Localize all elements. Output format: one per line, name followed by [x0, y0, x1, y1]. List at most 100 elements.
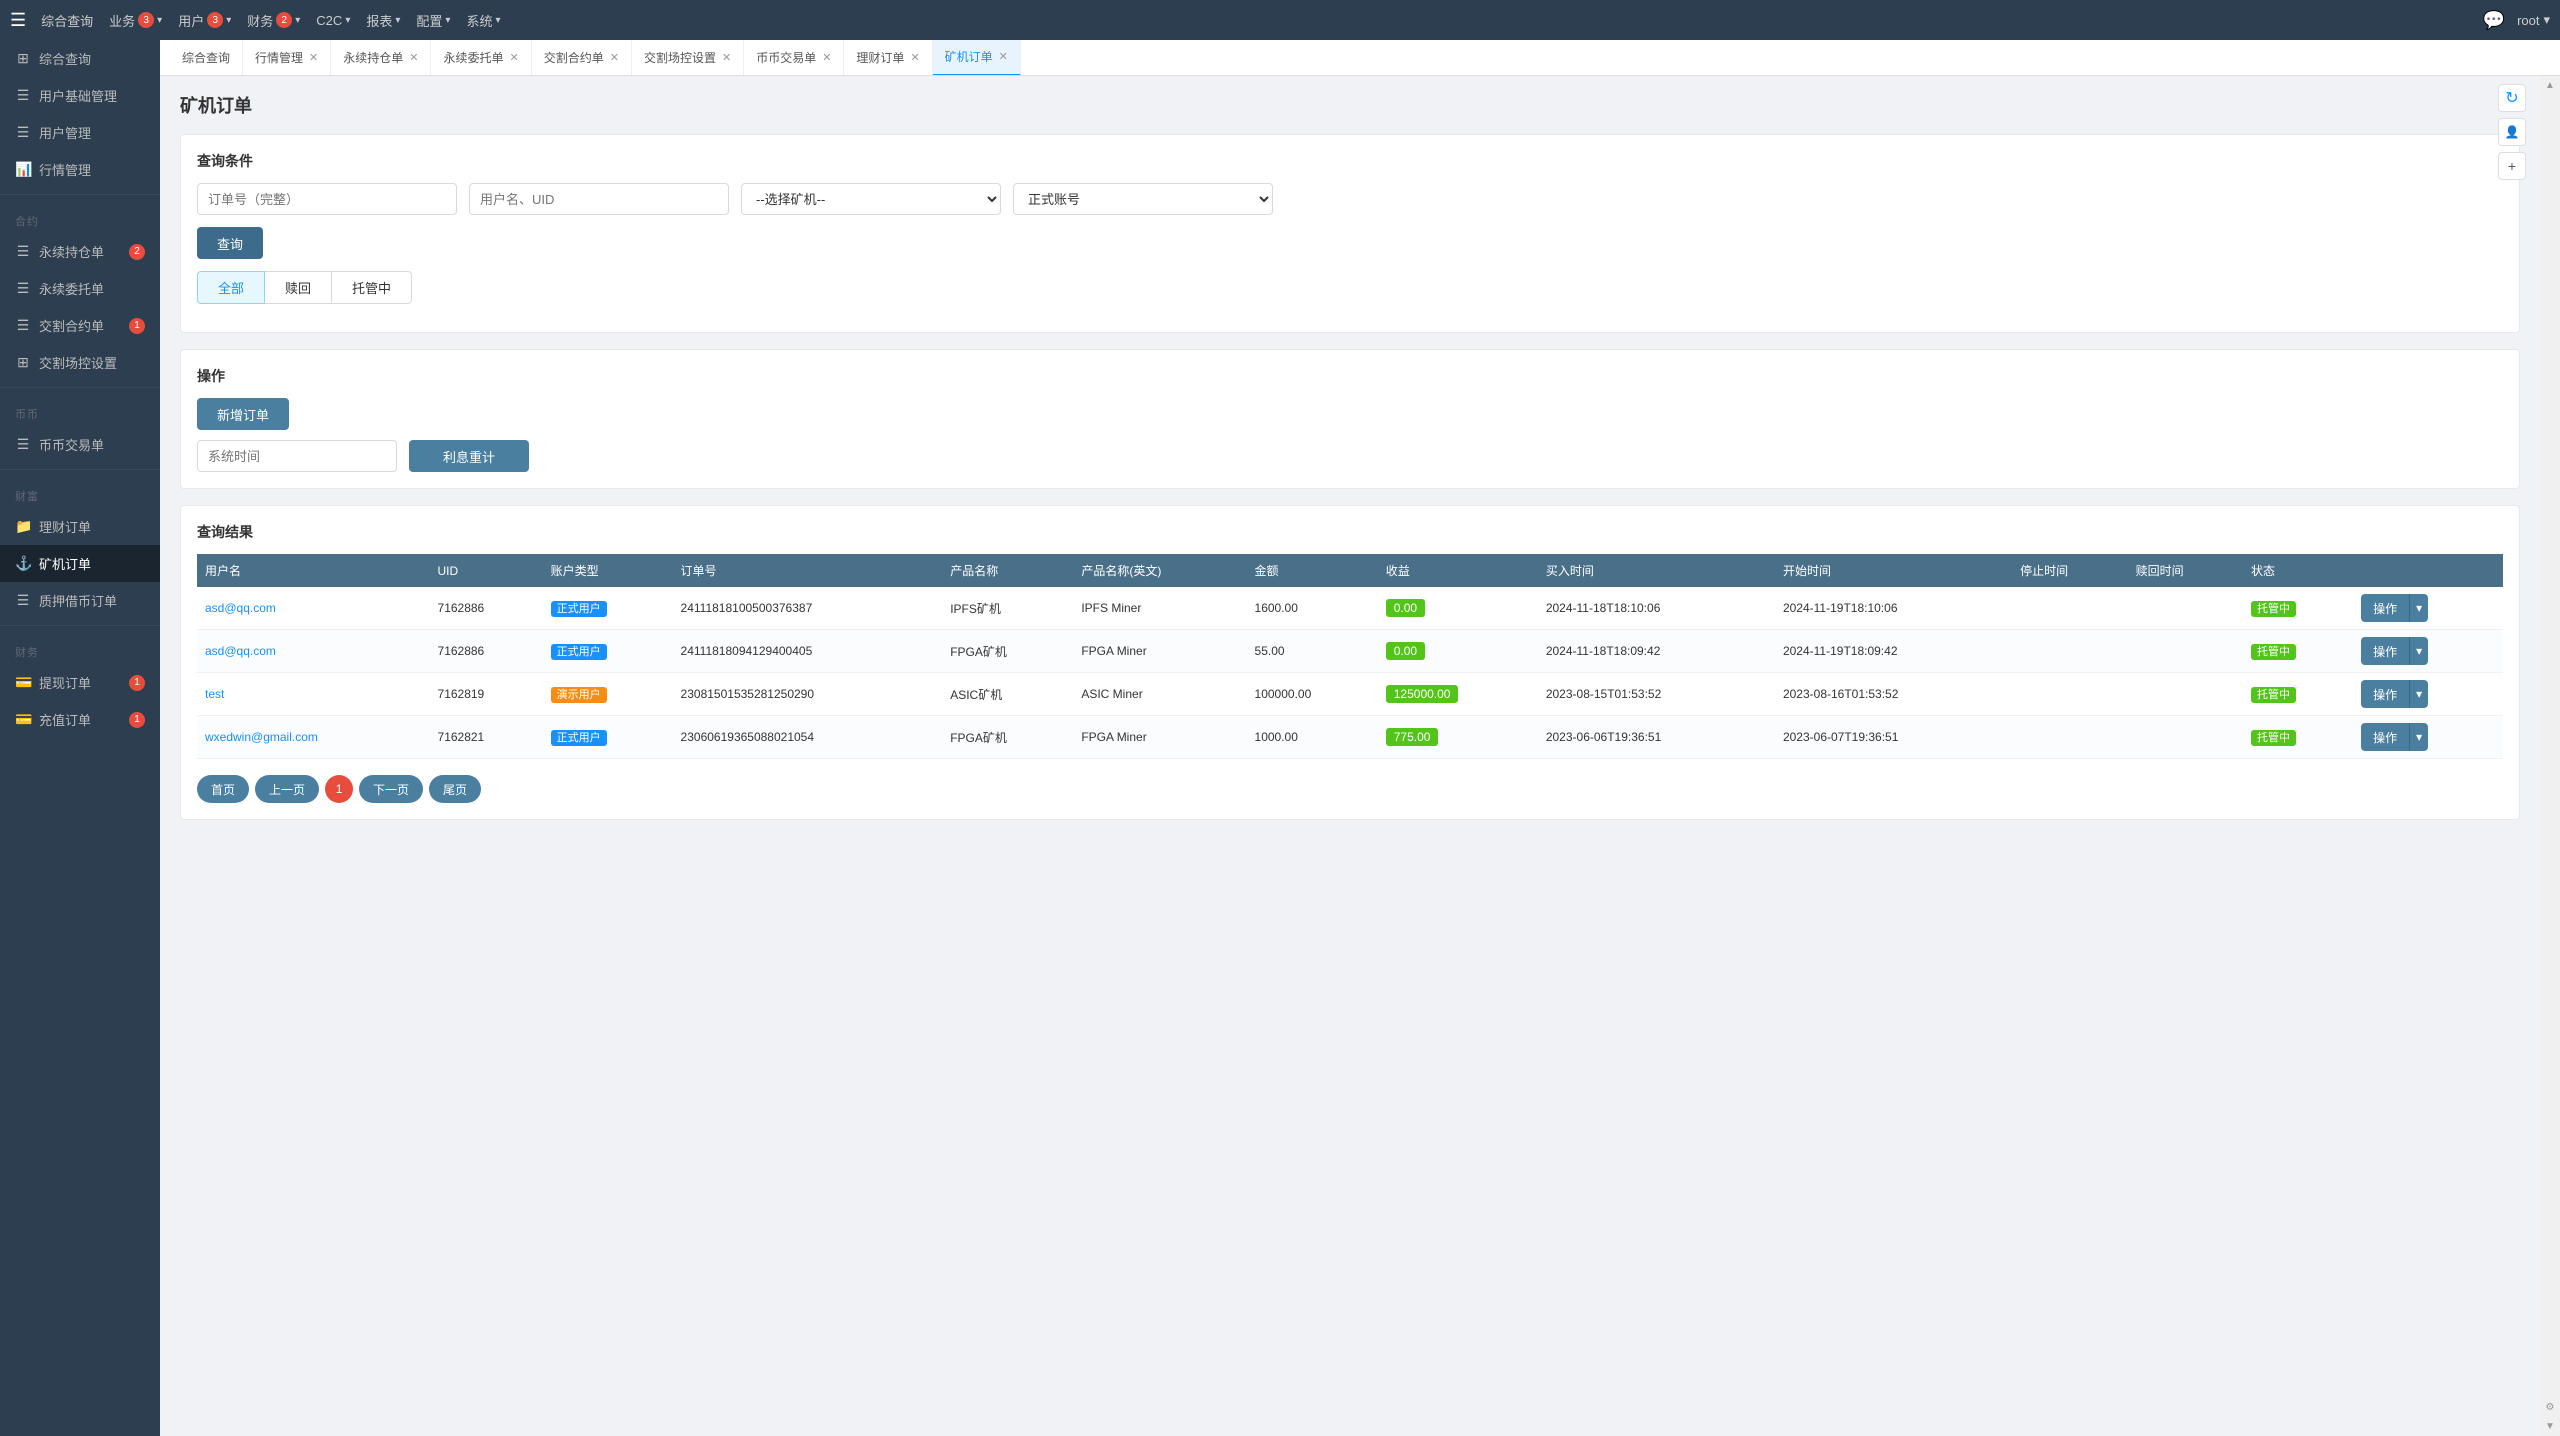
- username-label: root: [2517, 13, 2539, 28]
- sidebar-item-withdraw[interactable]: 💳 提现订单 1: [0, 664, 160, 701]
- action-button[interactable]: 操作: [2361, 594, 2409, 622]
- action-dropdown-button[interactable]: ▾: [2409, 594, 2428, 622]
- tab-swap-ctrl[interactable]: 交割场控设置 ✕: [632, 40, 744, 76]
- search-button[interactable]: 查询: [197, 227, 263, 259]
- sidebar-item-perp-hold[interactable]: ☰ 永续持仓单 2: [0, 233, 160, 270]
- sidebar-item-pledge-order[interactable]: ☰ 质押借币订单: [0, 582, 160, 619]
- nav-item-overview[interactable]: 综合查询: [41, 11, 93, 30]
- action-btn-group: 操作 ▾: [2361, 637, 2428, 665]
- sidebar-label-perp-entrust: 永续委托单: [39, 279, 104, 298]
- order-no-input[interactable]: [197, 183, 457, 215]
- nav-item-system[interactable]: 系统 ▾: [466, 11, 500, 30]
- filter-tab-all[interactable]: 全部: [197, 271, 265, 304]
- search-card: 查询条件 --选择矿机-- 正式账号 查询: [180, 134, 2520, 333]
- tab-close-finance[interactable]: ✕: [910, 51, 919, 64]
- menu-icon[interactable]: ☰: [10, 10, 26, 31]
- action-button[interactable]: 操作: [2361, 723, 2409, 751]
- nav-item-config[interactable]: 配置 ▾: [416, 11, 450, 30]
- nav-item-report[interactable]: 报表 ▾: [366, 11, 400, 30]
- miner-select[interactable]: --选择矿机--: [741, 183, 1001, 215]
- chat-icon[interactable]: 💬: [2483, 10, 2505, 31]
- tab-close-coin[interactable]: ✕: [822, 51, 831, 64]
- filter-tabs: 全部 赎回 托管中: [197, 271, 2503, 304]
- tab-miner[interactable]: 矿机订单 ✕: [933, 40, 1021, 76]
- username-link[interactable]: test: [205, 687, 224, 701]
- nav-arrow-report: ▾: [395, 15, 400, 26]
- tab-close-market[interactable]: ✕: [309, 51, 318, 64]
- sidebar-item-overview[interactable]: ⊞ 综合查询: [0, 40, 160, 77]
- scroll-up-arrow[interactable]: ▲: [2541, 76, 2559, 95]
- username-link[interactable]: asd@qq.com: [205, 601, 276, 615]
- tab-label-coin: 币币交易单: [756, 49, 816, 66]
- username-link[interactable]: wxedwin@gmail.com: [205, 730, 318, 744]
- first-page-button[interactable]: 首页: [197, 775, 249, 803]
- interest-recalc-button[interactable]: 利息重计: [409, 440, 529, 472]
- sidebar-item-recharge[interactable]: 💳 充值订单 1: [0, 701, 160, 738]
- prev-page-button[interactable]: 上一页: [255, 775, 319, 803]
- user-menu[interactable]: root ▾: [2517, 12, 2550, 28]
- sidebar-item-finance-order[interactable]: 📁 理财订单: [0, 508, 160, 545]
- filter-tab-redeemed[interactable]: 赎回: [265, 271, 332, 304]
- action-dropdown-button[interactable]: ▾: [2409, 723, 2428, 751]
- tab-close-swap[interactable]: ✕: [610, 51, 619, 64]
- nav-arrow-business: ▾: [157, 15, 162, 26]
- sidebar-label-withdraw: 提现订单: [39, 673, 91, 692]
- add-order-button[interactable]: 新增订单: [197, 398, 289, 430]
- cell-amount: 100000.00: [1247, 673, 1378, 716]
- sidebar-item-perp-entrust[interactable]: ☰ 永续委托单: [0, 270, 160, 307]
- user-input[interactable]: [469, 183, 729, 215]
- action-button[interactable]: 操作: [2361, 637, 2409, 665]
- cell-amount: 55.00: [1247, 630, 1378, 673]
- action-dropdown-button[interactable]: ▾: [2409, 637, 2428, 665]
- col-start-time: 开始时间: [1775, 554, 2012, 587]
- scroll-down-arrow[interactable]: ▼: [2541, 1417, 2559, 1436]
- nav-arrow-config: ▾: [445, 15, 450, 26]
- tab-perp-hold[interactable]: 永续持仓单 ✕: [331, 40, 431, 76]
- cell-account-type: 正式用户: [543, 630, 673, 673]
- nav-item-user[interactable]: 用户 3 ▾: [178, 11, 231, 30]
- next-page-button[interactable]: 下一页: [359, 775, 423, 803]
- cell-redeem-time: [2128, 587, 2243, 630]
- nav-label-config: 配置: [416, 11, 442, 30]
- cell-redeem-time: [2128, 716, 2243, 759]
- sidebar-item-user-mgmt[interactable]: ☰ 用户管理: [0, 114, 160, 151]
- action-dropdown-button[interactable]: ▾: [2409, 680, 2428, 708]
- current-page-number[interactable]: 1: [325, 775, 353, 803]
- action-button[interactable]: 操作: [2361, 680, 2409, 708]
- col-redeem-time: 赎回时间: [2128, 554, 2243, 587]
- sidebar-item-swap-contract[interactable]: ☰ 交割合约单 1: [0, 307, 160, 344]
- nav-badge-finance: 2: [276, 12, 292, 28]
- tab-coin[interactable]: 币币交易单 ✕: [744, 40, 844, 76]
- sidebar-item-market[interactable]: 📊 行情管理: [0, 151, 160, 188]
- tab-perp-entrust[interactable]: 永续委托单 ✕: [431, 40, 531, 76]
- tab-finance[interactable]: 理财订单 ✕: [844, 40, 932, 76]
- sidebar-item-miner-order[interactable]: ⚓ 矿机订单: [0, 545, 160, 582]
- username-link[interactable]: asd@qq.com: [205, 644, 276, 658]
- col-account-type: 账户类型: [543, 554, 673, 587]
- sidebar-item-coin-trade[interactable]: ☰ 币币交易单: [0, 426, 160, 463]
- add-button[interactable]: +: [2498, 152, 2526, 180]
- cell-start-time: 2024-11-19T18:09:42: [1775, 630, 2012, 673]
- user-avatar-button[interactable]: 👤: [2498, 118, 2526, 146]
- tab-close-swap-ctrl[interactable]: ✕: [722, 51, 731, 64]
- cell-action: 操作 ▾: [2353, 673, 2503, 716]
- settings-icon[interactable]: ⚙: [2542, 1398, 2559, 1417]
- tab-close-miner[interactable]: ✕: [999, 50, 1008, 63]
- tab-swap[interactable]: 交割合约单 ✕: [532, 40, 632, 76]
- nav-item-business[interactable]: 业务 3 ▾: [109, 11, 162, 30]
- account-select[interactable]: 正式账号: [1013, 183, 1273, 215]
- tab-close-perp-hold[interactable]: ✕: [409, 51, 418, 64]
- sidebar-item-user-basic[interactable]: ☰ 用户基础管理: [0, 77, 160, 114]
- sidebar-item-swap-ctrl[interactable]: ⊞ 交割场控设置: [0, 344, 160, 381]
- cell-username: asd@qq.com: [197, 630, 430, 673]
- last-page-button[interactable]: 尾页: [429, 775, 481, 803]
- nav-item-c2c[interactable]: C2C ▾: [316, 13, 350, 28]
- finance-order-icon: 📁: [15, 518, 31, 535]
- tab-close-perp-entrust[interactable]: ✕: [510, 51, 519, 64]
- tab-overview[interactable]: 综合查询: [170, 40, 243, 76]
- nav-item-finance[interactable]: 财务 2 ▾: [247, 11, 300, 30]
- filter-tab-hosting[interactable]: 托管中: [332, 271, 412, 304]
- refresh-button[interactable]: ↻: [2498, 84, 2526, 112]
- system-time-input[interactable]: [197, 440, 397, 472]
- tab-market[interactable]: 行情管理 ✕: [243, 40, 331, 76]
